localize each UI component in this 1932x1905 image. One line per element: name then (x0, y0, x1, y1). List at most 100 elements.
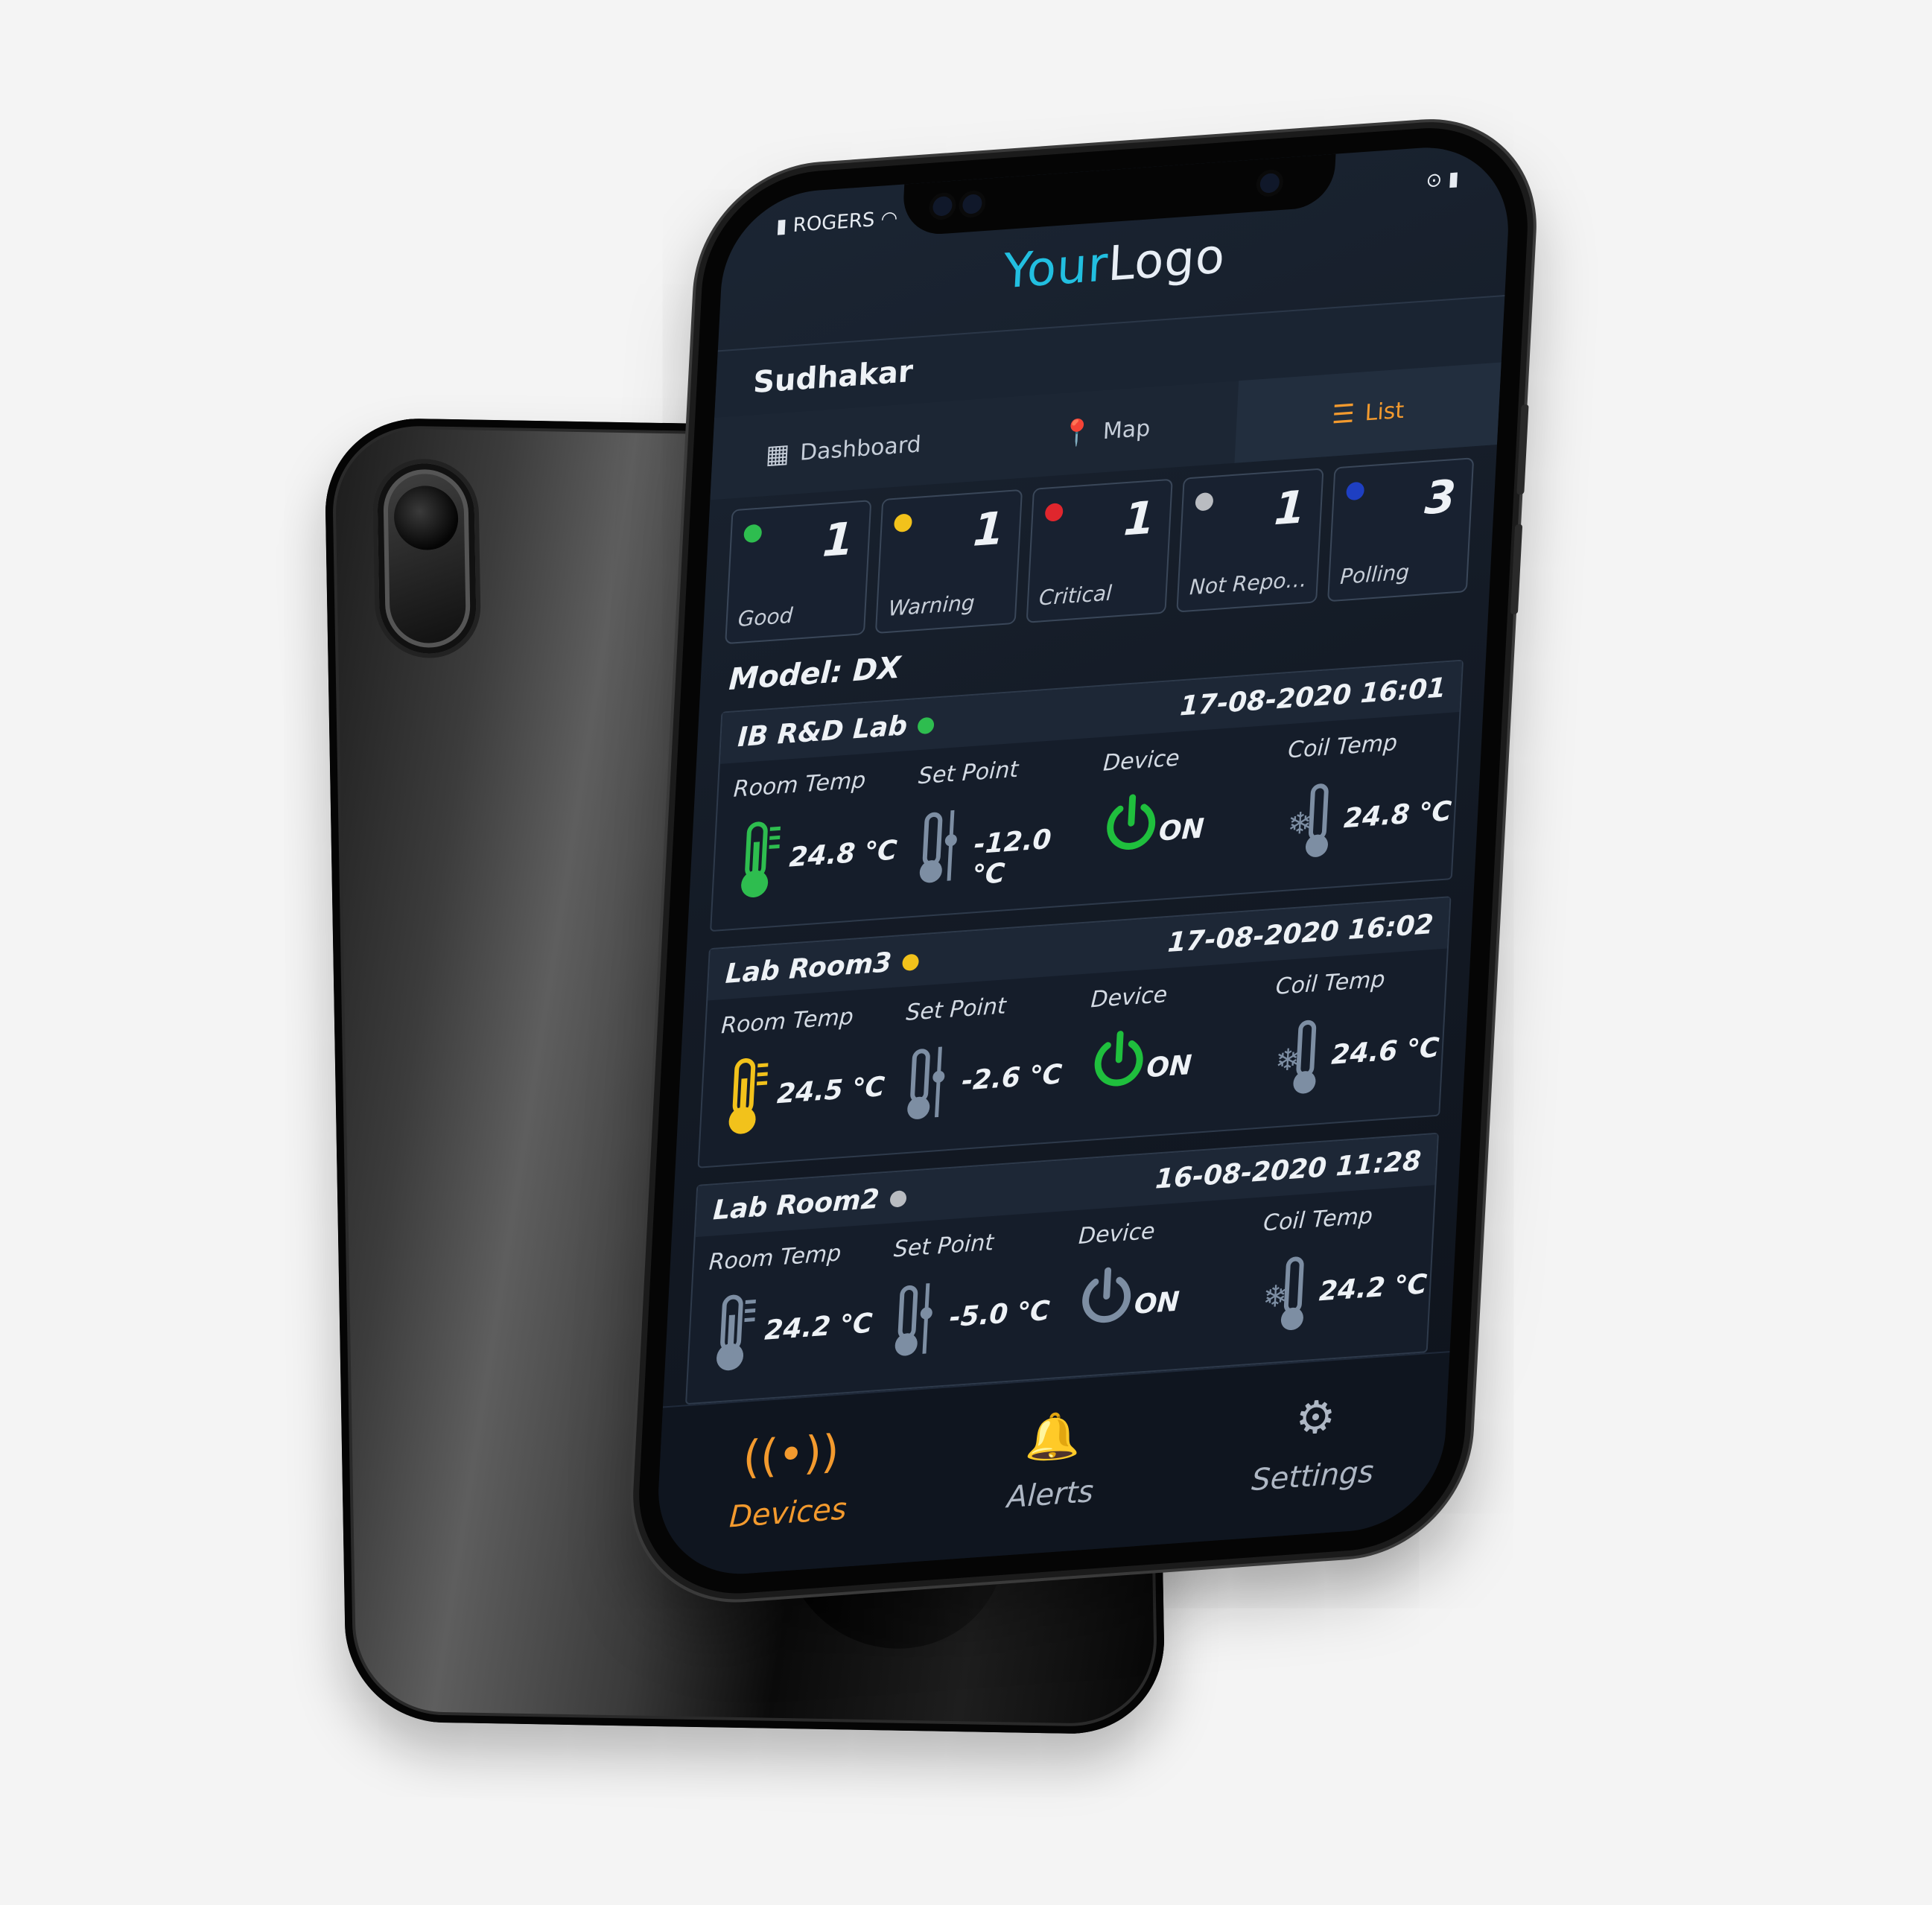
metric-set-point: Set Point -5.0 ℃ (872, 1220, 1065, 1382)
front-camera-icon (932, 195, 953, 217)
metric-label: Room Temp (732, 767, 867, 803)
metric-value: 24.6 ℃ (1330, 1032, 1440, 1071)
metric-device: Device ON (1081, 734, 1274, 897)
metric-value: -5.0 ℃ (948, 1295, 1051, 1334)
device-timestamp: 16-08-2020 11:28 (1154, 1145, 1423, 1195)
device-name: Lab Room2 (712, 1182, 907, 1226)
status-count: 3 (1423, 470, 1458, 526)
status-tile[interactable]: 1 Warning (875, 489, 1023, 635)
metric-value: 24.2 ℃ (763, 1308, 874, 1346)
device-card[interactable]: Lab Room3 17-08-2020 16:02 Room Temp 24.5 ℃… (697, 896, 1452, 1168)
device-timestamp: 17-08-2020 16:01 (1179, 672, 1447, 722)
metric-label: Set Point (905, 993, 1007, 1026)
status-label: Warning (888, 590, 976, 621)
device-card[interactable]: IB R&D Lab 17-08-2020 16:01 Room Temp 24.8 … (710, 659, 1464, 932)
status-dot (889, 1190, 907, 1208)
metric-label: Device (1090, 982, 1169, 1014)
metric-label: Device (1102, 745, 1181, 777)
status-dot (894, 513, 913, 533)
status-count: 1 (971, 502, 1006, 557)
status-tile[interactable]: 3 Polling (1326, 457, 1475, 602)
status-tile[interactable]: 1 Critical (1026, 478, 1173, 623)
thermometer-icon (705, 1291, 761, 1376)
status-dot (1195, 492, 1214, 512)
status-label: Polling (1339, 559, 1410, 590)
metric-value: -2.6 ℃ (961, 1059, 1064, 1097)
metric-coil-temp: Coil Temp ❄ 24.8 ℃ (1266, 721, 1459, 883)
metric-device: Device ON (1057, 1207, 1250, 1370)
app-screen: ▮ ROGERS ◠ ⊙ ▮ YourLogo Sudhakar ▦ Dashb… (653, 141, 1513, 1580)
thermometer-icon (729, 818, 786, 903)
metric-value: ON (1133, 1286, 1181, 1320)
username: Sudhakar (752, 354, 914, 401)
metric-value: -12.0 ℃ (971, 824, 1052, 891)
status-tile[interactable]: 1 Not Repor... (1176, 468, 1324, 613)
coil-icon: ❄ (1271, 1015, 1328, 1101)
front-phone: ▮ ROGERS ◠ ⊙ ▮ YourLogo Sudhakar ▦ Dashb… (633, 120, 1534, 1601)
power-icon[interactable] (1087, 1028, 1143, 1113)
nav-devices[interactable]: ((•)) Devices (654, 1390, 925, 1580)
nav-settings[interactable]: ⚙ Settings (1178, 1352, 1449, 1543)
sensor-icon (1259, 172, 1280, 194)
carrier-label: ▮ ROGERS ◠ (775, 207, 898, 238)
bell-icon: 🔔 (1024, 1408, 1083, 1466)
metric-device: Device ON (1069, 970, 1262, 1133)
metric-room-temp: Room Temp 24.5 ℃ (699, 996, 892, 1159)
metric-set-point: Set Point -2.6 ℃ (884, 984, 1077, 1146)
metric-label: Coil Temp (1287, 729, 1398, 764)
status-dot (917, 716, 935, 735)
status-dot (1044, 503, 1064, 522)
gear-icon: ⚙ (1294, 1390, 1338, 1446)
coil-icon: ❄ (1283, 778, 1340, 864)
status-count: 1 (1272, 481, 1307, 536)
metric-room-temp: Room Temp 24.8 ℃ (712, 760, 905, 922)
thermometer-icon (716, 1054, 773, 1139)
metric-label: Room Temp (720, 1003, 854, 1040)
map-pin-icon: 📍 (1060, 417, 1094, 450)
wifi-icon: ◠ (880, 207, 898, 231)
metric-value: 24.8 ℃ (788, 835, 898, 874)
signal-bars-icon: ▮ (775, 214, 788, 238)
metric-coil-temp: Coil Temp ❄ 24.2 ℃ (1242, 1194, 1434, 1356)
metric-label: Set Point (918, 756, 1020, 790)
device-name: IB R&D Lab (737, 709, 935, 753)
metric-value: ON (1145, 1049, 1193, 1084)
metric-value: 24.5 ℃ (776, 1071, 886, 1110)
volume-button (1516, 404, 1529, 495)
set-point-icon (889, 1278, 946, 1364)
sensor-icon (962, 194, 983, 215)
list-icon: ☰ (1331, 398, 1356, 430)
svg-text:❄: ❄ (1262, 1279, 1288, 1314)
front-phone-wrapper: ▮ ROGERS ◠ ⊙ ▮ YourLogo Sudhakar ▦ Dashb… (633, 120, 1534, 1601)
metric-label: Device (1078, 1218, 1156, 1250)
svg-text:❄: ❄ (1286, 806, 1313, 842)
status-dot (743, 524, 763, 544)
device-timestamp: 17-08-2020 16:02 (1166, 909, 1434, 959)
metric-label: Set Point (893, 1229, 995, 1263)
status-count: 1 (1122, 492, 1157, 547)
coil-icon: ❄ (1259, 1252, 1315, 1338)
metric-label: Coil Temp (1274, 966, 1386, 1000)
status-label: Not Repor... (1189, 566, 1310, 600)
power-icon[interactable] (1099, 792, 1156, 877)
dashboard-icon: ▦ (765, 438, 791, 471)
camera-icon (376, 462, 477, 655)
status-tile[interactable]: 1 Good (725, 500, 872, 645)
set-point-icon (914, 804, 970, 890)
status-label: Good (737, 602, 794, 632)
svg-text:❄: ❄ (1274, 1043, 1300, 1078)
model-label: Model: DX (728, 650, 902, 698)
power-icon[interactable] (1074, 1265, 1131, 1350)
metric-label: Coil Temp (1262, 1203, 1373, 1237)
status-count: 1 (821, 512, 855, 567)
signal-icon: ((•)) (741, 1425, 841, 1485)
status-dot (1345, 481, 1364, 501)
metric-value: 24.2 ℃ (1318, 1269, 1428, 1308)
status-dot (901, 953, 919, 972)
nav-alerts[interactable]: 🔔 Alerts (916, 1371, 1187, 1562)
notch (901, 153, 1336, 237)
status-label: Critical (1038, 580, 1113, 611)
metric-set-point: Set Point -12.0 ℃ (897, 747, 1090, 909)
metric-coil-temp: Coil Temp ❄ 24.6 ℃ (1254, 958, 1447, 1120)
metric-label: Room Temp (708, 1240, 842, 1276)
